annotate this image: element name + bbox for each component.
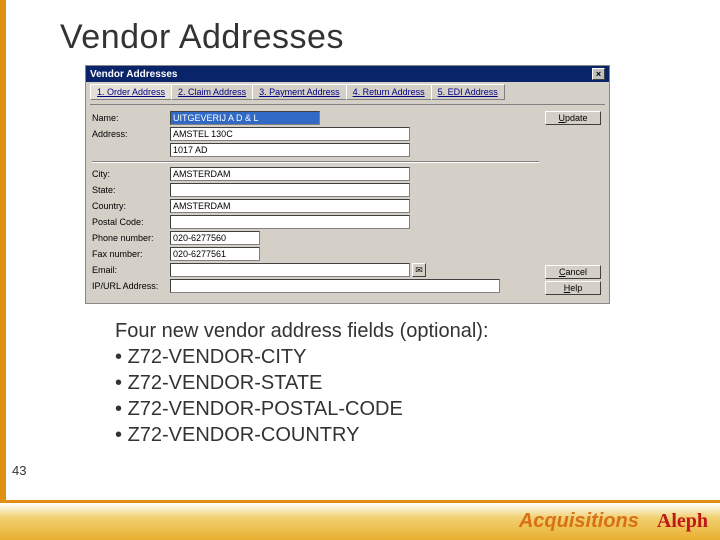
divider (92, 161, 539, 163)
update-button[interactable]: Update (545, 111, 601, 125)
tab-claim-address[interactable]: 2. Claim Address (171, 84, 253, 100)
bullet-item: Z72-VENDOR-COUNTRY (115, 422, 720, 448)
footer-section-title: Acquisitions (519, 510, 639, 533)
tab-strip: 1. Order Address 2. Claim Address 3. Pay… (90, 84, 605, 100)
state-field[interactable] (170, 183, 410, 197)
city-field[interactable] (170, 167, 410, 181)
label-email: Email: (92, 265, 170, 275)
form-fields: Name: Address: City: State: (92, 111, 539, 295)
phone-field[interactable] (170, 231, 260, 245)
label-ipurl: IP/URL Address: (92, 281, 170, 291)
tab-order-address[interactable]: 1. Order Address (90, 84, 172, 100)
window-titlebar: Vendor Addresses × (86, 66, 609, 82)
window-body: 1. Order Address 2. Claim Address 3. Pay… (86, 82, 609, 303)
slide-left-edge (0, 0, 6, 500)
label-postal: Postal Code: (92, 217, 170, 227)
email-button-icon[interactable]: ✉ (412, 263, 426, 277)
label-address: Address: (92, 129, 170, 139)
label-city: City: (92, 169, 170, 179)
slide-footer: Acquisitions Aleph (0, 500, 720, 540)
label-state: State: (92, 185, 170, 195)
cancel-button[interactable]: Cancel (545, 265, 601, 279)
tab-return-address[interactable]: 4. Return Address (346, 84, 432, 100)
vendor-addresses-window: Vendor Addresses × 1. Order Address 2. C… (85, 65, 610, 304)
address-field-1[interactable] (170, 127, 410, 141)
bullet-list: Z72-VENDOR-CITY Z72-VENDOR-STATE Z72-VEN… (115, 344, 720, 448)
slide-body-text: Four new vendor address fields (optional… (115, 318, 720, 448)
aleph-logo: Aleph (657, 510, 708, 533)
tab-payment-address[interactable]: 3. Payment Address (252, 84, 347, 100)
page-number: 43 (12, 463, 26, 478)
help-button[interactable]: Help (545, 281, 601, 295)
window-title: Vendor Addresses (90, 69, 177, 80)
label-name: Name: (92, 113, 170, 123)
email-field[interactable] (170, 263, 410, 277)
body-intro: Four new vendor address fields (optional… (115, 318, 720, 344)
address-field-2[interactable] (170, 143, 410, 157)
bullet-item: Z72-VENDOR-CITY (115, 344, 720, 370)
ipurl-field[interactable] (170, 279, 500, 293)
close-icon[interactable]: × (592, 68, 605, 80)
slide-title: Vendor Addresses (0, 0, 720, 65)
country-field[interactable] (170, 199, 410, 213)
bullet-item: Z72-VENDOR-STATE (115, 370, 720, 396)
tab-edi-address[interactable]: 5. EDI Address (431, 84, 505, 100)
button-column: Update Cancel Help (539, 111, 603, 295)
label-phone: Phone number: (92, 233, 170, 243)
name-field[interactable] (170, 111, 320, 125)
fax-field[interactable] (170, 247, 260, 261)
label-country: Country: (92, 201, 170, 211)
bullet-item: Z72-VENDOR-POSTAL-CODE (115, 396, 720, 422)
label-fax: Fax number: (92, 249, 170, 259)
postal-code-field[interactable] (170, 215, 410, 229)
